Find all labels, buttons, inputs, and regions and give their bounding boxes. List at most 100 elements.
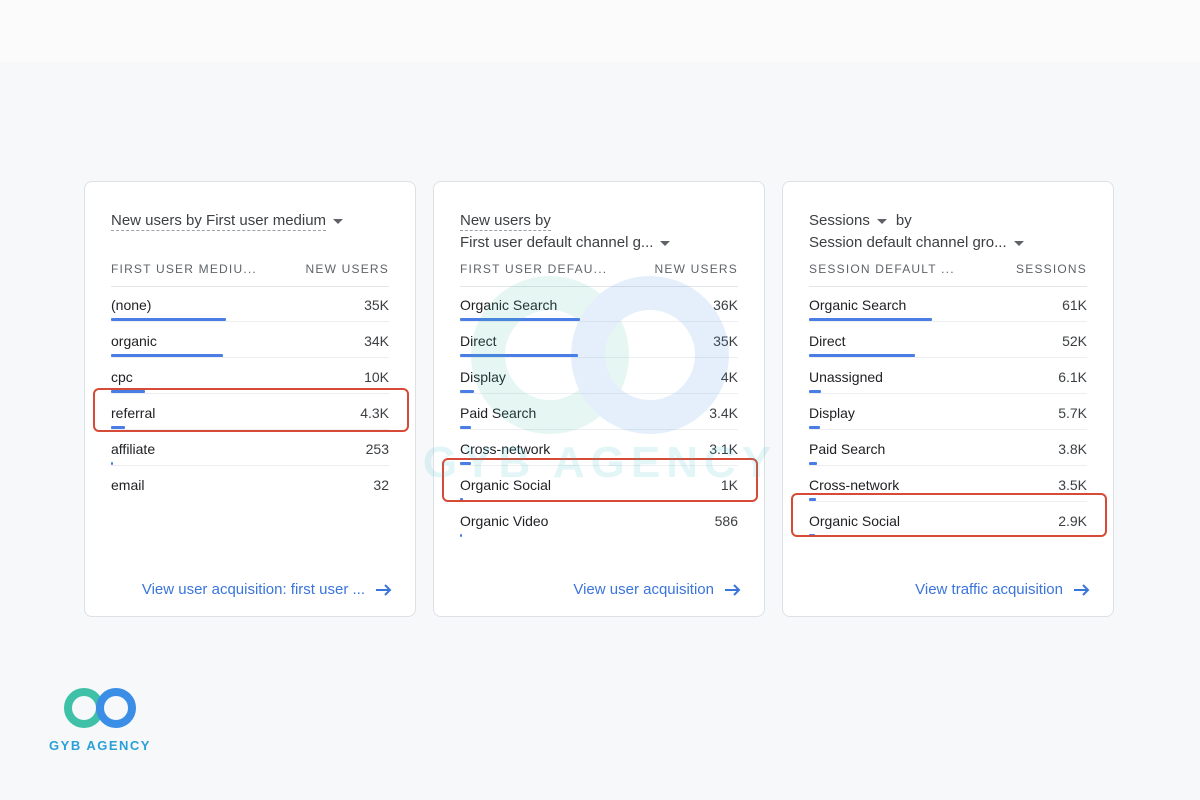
row-value: 3.1K (709, 441, 738, 457)
row-bar-track (809, 498, 1089, 501)
row-value: 1K (720, 477, 738, 493)
top-band (0, 0, 1200, 62)
card-title[interactable]: New users by First user medium (111, 210, 344, 232)
table-row[interactable]: Cross-network 3.5K (809, 466, 1087, 502)
table-row[interactable]: Paid Search 3.8K (809, 430, 1087, 466)
row-value: 10K (364, 369, 389, 385)
acquisition-cards: New users by First user medium FIRST USE… (84, 181, 1116, 619)
row-value: 253 (365, 441, 389, 457)
table-row[interactable]: cpc 10K (111, 358, 389, 394)
row-bar-fill (460, 426, 471, 429)
card-title[interactable]: New users by First user default channel … (460, 210, 671, 254)
table-row[interactable]: Direct 35K (460, 322, 738, 358)
row-bar-track (111, 354, 391, 357)
link-label: View user acquisition: first user ... (141, 581, 365, 598)
row-label: Cross-network (460, 441, 551, 457)
row-value: 3.5K (1058, 477, 1087, 493)
row-label: Paid Search (809, 441, 886, 457)
row-label: Direct (460, 333, 497, 349)
column-header-metric[interactable]: NEW USERS (306, 262, 389, 276)
column-header-dimension[interactable]: SESSION DEFAULT ... (809, 262, 955, 276)
link-label: View traffic acquisition (915, 581, 1063, 598)
table-row[interactable]: Organic Social 2.9K (809, 502, 1087, 537)
table-row[interactable]: Display 4K (460, 358, 738, 394)
row-bar-track (111, 318, 391, 321)
row-bar-fill (809, 534, 815, 537)
row-value: 52K (1062, 333, 1087, 349)
table-row[interactable]: Organic Video 586 (460, 502, 738, 537)
row-bar-fill (111, 426, 125, 429)
row-bar-track (460, 390, 740, 393)
view-traffic-acquisition-link[interactable]: View traffic acquisition (915, 581, 1091, 598)
row-label: Paid Search (460, 405, 537, 421)
card-first-user-medium: New users by First user medium FIRST USE… (84, 181, 416, 617)
caret-down-icon[interactable] (333, 218, 344, 224)
row-bar-track (460, 426, 740, 429)
table-row[interactable]: Direct 52K (809, 322, 1087, 358)
card-session-channel-group: Sessions by Session default channel gro..… (782, 181, 1114, 617)
row-bar-track (809, 534, 1089, 537)
row-label: Unassigned (809, 369, 883, 385)
card-title-line2: First user default channel g... (460, 234, 654, 251)
view-user-acquisition-link[interactable]: View user acquisition (573, 581, 742, 598)
row-bar-track (460, 354, 740, 357)
column-header-metric[interactable]: NEW USERS (655, 262, 738, 276)
card-title-text: New users by First user medium (111, 212, 327, 231)
table-rows: Organic Search 61K Direct 52K Unassigned 6.1K… (809, 286, 1087, 537)
row-label: Cross-network (809, 477, 900, 493)
column-header-dimension[interactable]: FIRST USER DEFAU... (460, 262, 607, 276)
view-user-acquisition-first-user-link[interactable]: View user acquisition: first user ... (142, 581, 393, 598)
table-row[interactable]: referral 4.3K (111, 394, 389, 430)
row-bar-fill (111, 390, 145, 393)
table-header: SESSION DEFAULT ... SESSIONS (809, 262, 1087, 287)
table-row[interactable]: Organic Social 1K (460, 466, 738, 502)
row-bar-track (460, 462, 740, 465)
caret-down-icon[interactable] (660, 240, 671, 246)
table-row[interactable]: (none) 35K (111, 286, 389, 322)
table-row[interactable]: organic 34K (111, 322, 389, 358)
table-row[interactable]: Cross-network 3.1K (460, 430, 738, 466)
arrow-right-icon (725, 584, 741, 596)
table-row[interactable]: email 32 (111, 466, 389, 501)
table-row[interactable]: Unassigned 6.1K (809, 358, 1087, 394)
row-value: 35K (364, 297, 389, 313)
row-label: Display (460, 369, 506, 385)
table-rows: Organic Search 36K Direct 35K Display 4K Paid … (460, 286, 738, 537)
caret-down-icon[interactable] (1013, 240, 1024, 246)
row-bar-fill (111, 354, 223, 357)
row-bar-fill (111, 318, 226, 321)
table-header: FIRST USER MEDIU... NEW USERS (111, 262, 389, 287)
table-row[interactable]: Organic Search 61K (809, 286, 1087, 322)
row-bar-track (460, 498, 740, 501)
card-title[interactable]: Sessions by Session default channel gro..… (809, 210, 1024, 254)
caret-down-icon[interactable] (876, 218, 887, 224)
column-header-dimension[interactable]: FIRST USER MEDIU... (111, 262, 257, 276)
row-value: 3.4K (709, 405, 738, 421)
row-bar-track (111, 498, 391, 501)
row-bar-fill (460, 462, 471, 465)
row-value: 36K (713, 297, 738, 313)
row-bar-track (460, 318, 740, 321)
row-bar-fill (460, 534, 462, 537)
row-value: 5.7K (1058, 405, 1087, 421)
column-header-metric[interactable]: SESSIONS (1016, 262, 1087, 276)
row-label: cpc (111, 369, 133, 385)
table-row[interactable]: Display 5.7K (809, 394, 1087, 430)
table-row[interactable]: Organic Search 36K (460, 286, 738, 322)
row-bar-fill (809, 498, 816, 501)
row-value: 61K (1062, 297, 1087, 313)
gyb-agency-logo: GYB AGENCY (40, 684, 160, 756)
row-bar-track (809, 462, 1089, 465)
row-label: Direct (809, 333, 846, 349)
row-value: 6.1K (1058, 369, 1087, 385)
row-bar-fill (111, 462, 113, 465)
table-row[interactable]: Paid Search 3.4K (460, 394, 738, 430)
table-row[interactable]: affiliate 253 (111, 430, 389, 466)
row-value: 34K (364, 333, 389, 349)
card-title-metric[interactable]: Sessions (809, 212, 870, 229)
row-bar-track (809, 390, 1089, 393)
row-bar-track (111, 462, 391, 465)
row-bar-track (460, 534, 740, 537)
row-value: 586 (714, 513, 738, 529)
row-label: Organic Social (809, 513, 901, 529)
